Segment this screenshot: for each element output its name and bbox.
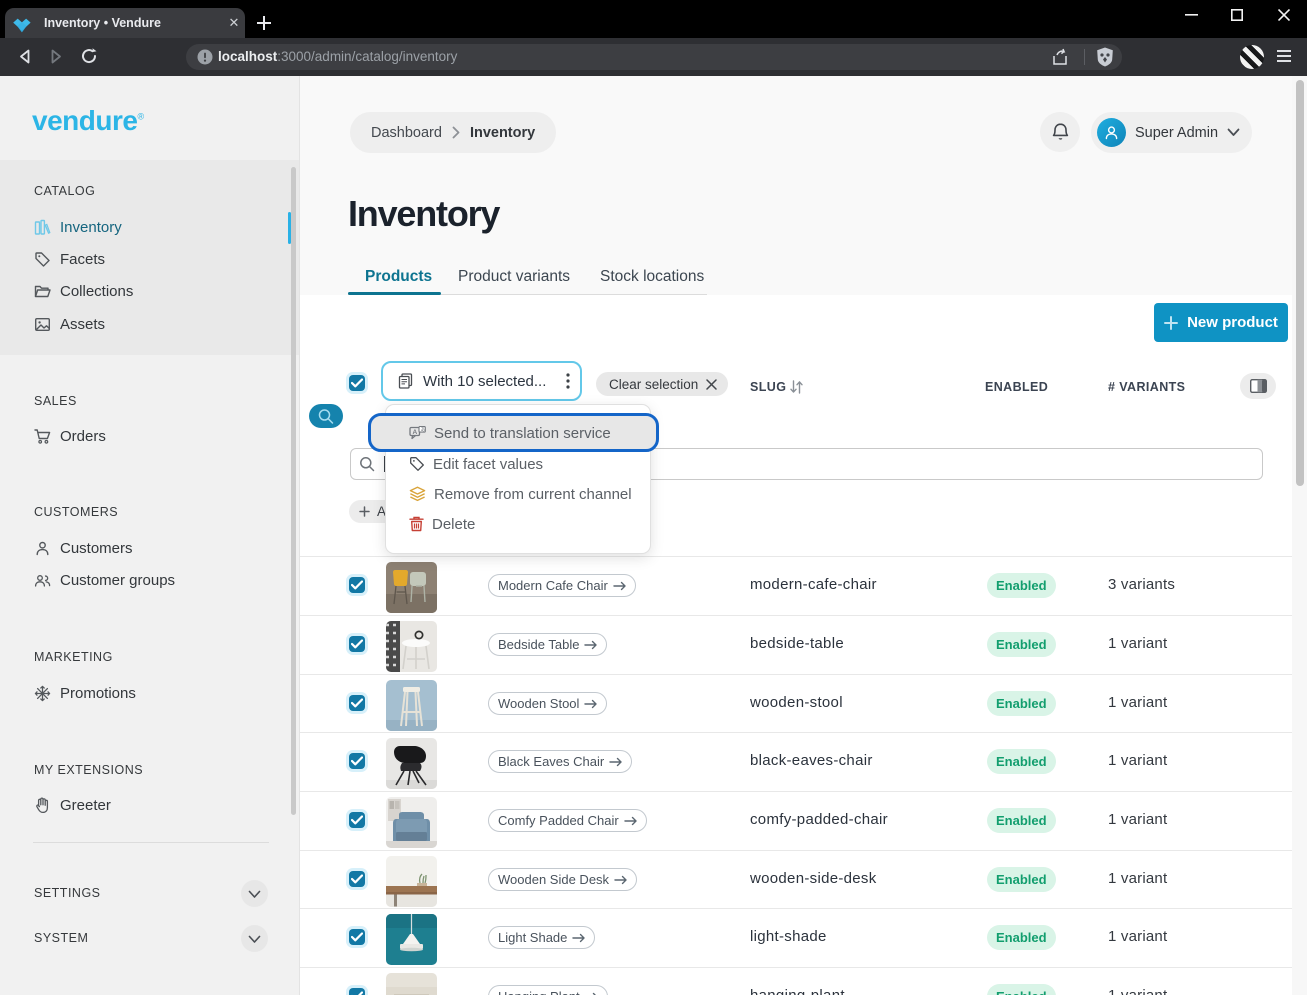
svg-text:あ: あ	[421, 427, 426, 433]
svg-text:A: A	[413, 429, 418, 436]
